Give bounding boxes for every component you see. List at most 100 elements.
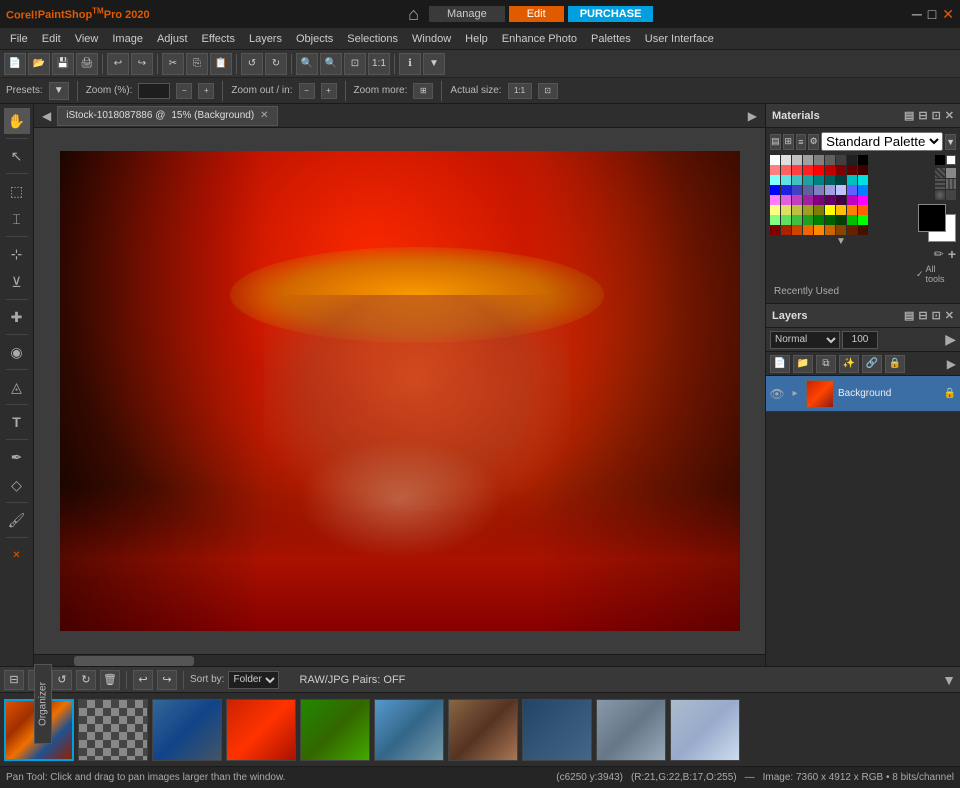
minimize-button[interactable]: ─ xyxy=(912,6,922,23)
color-swatch[interactable] xyxy=(847,155,857,165)
color-swatch[interactable] xyxy=(781,175,791,185)
pen-icon[interactable]: ✏ xyxy=(934,247,944,261)
maximize-button[interactable]: □ xyxy=(928,6,936,23)
color-swatch[interactable] xyxy=(836,205,846,215)
zoom-out-button[interactable]: 🔍 xyxy=(320,53,342,75)
canvas-tab[interactable]: iStock-1018087886 @ 15% (Background) ✕ xyxy=(57,106,277,126)
canvas-horizontal-scrollbar[interactable] xyxy=(34,654,765,666)
color-swatch[interactable] xyxy=(770,225,780,235)
healing-tool[interactable]: ✚ xyxy=(4,304,30,330)
layer-link-btn[interactable]: 🔗 xyxy=(862,355,882,373)
foreground-color-swatch[interactable] xyxy=(918,204,946,232)
bg-swatch[interactable] xyxy=(946,155,956,165)
layer-visibility-icon[interactable]: 👁 xyxy=(770,387,784,401)
actual-size-btn[interactable]: 1:1 xyxy=(508,83,532,99)
tab-next-arrow[interactable]: ▶ xyxy=(744,109,761,123)
menu-adjust[interactable]: Adjust xyxy=(151,31,194,47)
tab-close-button[interactable]: ✕ xyxy=(260,110,268,121)
color-swatch[interactable] xyxy=(825,155,835,165)
layers-list[interactable]: 👁 ▸ Background 🔒 xyxy=(766,376,960,666)
color-swatch[interactable] xyxy=(814,165,824,175)
filmstrip-delete-btn[interactable]: 🗑 xyxy=(100,670,120,690)
more-button[interactable]: ▼ xyxy=(423,53,445,75)
color-swatch[interactable] xyxy=(803,225,813,235)
materials-float-btn[interactable]: ⊡ xyxy=(932,109,941,122)
color-swatch[interactable] xyxy=(792,185,802,195)
menu-layers[interactable]: Layers xyxy=(243,31,288,47)
filmstrip-rotate-left-btn[interactable]: ↺ xyxy=(52,670,72,690)
layers-menu-btn[interactable]: ▤ xyxy=(904,309,914,322)
pattern-swatch-3[interactable] xyxy=(935,179,945,189)
filmstrip-prev-btn[interactable]: ↩ xyxy=(133,670,153,690)
color-swatch[interactable] xyxy=(858,175,868,185)
layers-list-more-btn[interactable]: ▶ xyxy=(947,357,956,371)
pattern-swatch-6[interactable] xyxy=(946,190,956,200)
brush-tool[interactable]: 🖌 xyxy=(4,507,30,533)
color-swatch[interactable] xyxy=(814,155,824,165)
color-swatch[interactable] xyxy=(814,215,824,225)
menu-palettes[interactable]: Palettes xyxy=(585,31,637,47)
color-swatch[interactable] xyxy=(847,195,857,205)
filmstrip-rotate-right-btn[interactable]: ↻ xyxy=(76,670,96,690)
swatch-view-btn-2[interactable]: ⊞ xyxy=(783,134,794,150)
rotate-right-button[interactable]: ↻ xyxy=(265,53,287,75)
color-swatch[interactable] xyxy=(825,225,835,235)
straighten-tool[interactable]: ⊻ xyxy=(4,269,30,295)
color-swatch[interactable] xyxy=(770,155,780,165)
color-swatch[interactable] xyxy=(847,185,857,195)
manage-button[interactable]: Manage xyxy=(429,6,505,22)
actual-size-button[interactable]: 1:1 xyxy=(368,53,390,75)
selection-tool[interactable]: ↖ xyxy=(4,143,30,169)
color-swatch[interactable] xyxy=(792,175,802,185)
color-swatch[interactable] xyxy=(858,165,868,175)
materials-menu-btn[interactable]: ▤ xyxy=(904,109,914,122)
swatch-settings-btn[interactable]: ⚙ xyxy=(808,134,819,150)
color-swatch[interactable] xyxy=(803,165,813,175)
color-swatch[interactable] xyxy=(770,175,780,185)
layers-float-btn[interactable]: ⊡ xyxy=(932,309,941,322)
color-swatch[interactable] xyxy=(803,185,813,195)
zoom-in-button[interactable]: 🔍 xyxy=(296,53,318,75)
layers-more-btn[interactable]: ▶ xyxy=(945,331,956,348)
organizer-tab[interactable]: Organizer xyxy=(34,664,52,744)
color-swatch[interactable] xyxy=(792,205,802,215)
color-swatch[interactable] xyxy=(847,215,857,225)
add-color-icon[interactable]: + xyxy=(948,246,956,262)
duplicate-layer-btn[interactable]: ⧉ xyxy=(816,355,836,373)
color-swatch[interactable] xyxy=(847,225,857,235)
canvas-image-area[interactable] xyxy=(34,128,765,654)
layers-close-btn[interactable]: ✕ xyxy=(945,309,954,322)
color-swatch[interactable] xyxy=(770,215,780,225)
color-swatch[interactable] xyxy=(858,155,868,165)
palette-dropdown-btn[interactable]: ▼ xyxy=(945,134,956,150)
filmstrip-view-btn-1[interactable]: ⊟ xyxy=(4,670,24,690)
pattern-swatch-5[interactable] xyxy=(935,190,945,200)
home-icon[interactable]: ⌂ xyxy=(408,4,419,25)
color-swatch[interactable] xyxy=(770,165,780,175)
color-swatch[interactable] xyxy=(781,225,791,235)
menu-image[interactable]: Image xyxy=(106,31,149,47)
pattern-swatch-2[interactable] xyxy=(946,168,956,178)
pattern-swatch-4[interactable] xyxy=(946,179,956,189)
color-swatch[interactable] xyxy=(858,205,868,215)
pattern-swatch-1[interactable] xyxy=(935,168,945,178)
zoom-out-btn[interactable]: − xyxy=(299,83,315,99)
palette-selector[interactable]: Standard Palette xyxy=(821,132,943,151)
color-swatch[interactable] xyxy=(858,225,868,235)
canvas-scroll-thumb-h[interactable] xyxy=(74,656,194,666)
sort-by-select[interactable]: Folder xyxy=(228,671,279,689)
menu-objects[interactable]: Objects xyxy=(290,31,339,47)
color-swatch[interactable] xyxy=(803,195,813,205)
layer-expand-icon[interactable]: ▸ xyxy=(788,387,802,401)
print-button[interactable]: 🖨 xyxy=(76,53,98,75)
edit-button[interactable]: Edit xyxy=(509,6,564,22)
copy-button[interactable]: ⎘ xyxy=(186,53,208,75)
color-swatch[interactable] xyxy=(825,215,835,225)
palette-more-btn[interactable]: ▼ xyxy=(770,236,912,247)
color-swatch[interactable] xyxy=(847,205,857,215)
menu-effects[interactable]: Effects xyxy=(196,31,241,47)
color-swatch[interactable] xyxy=(781,155,791,165)
zoom-value-input[interactable]: 15 xyxy=(138,83,170,99)
menu-window[interactable]: Window xyxy=(406,31,457,47)
color-swatch[interactable] xyxy=(781,185,791,195)
